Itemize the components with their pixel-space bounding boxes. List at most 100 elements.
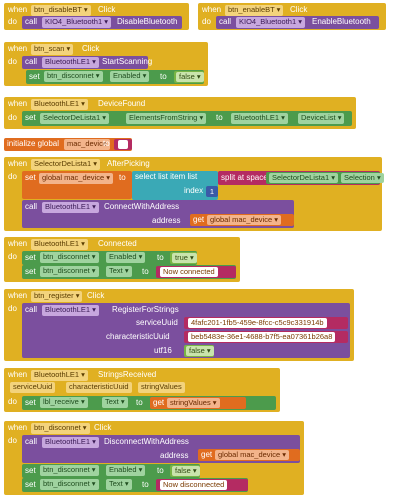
set-block[interactable]: set btn_disconnet Text to Now disconnect… [22,478,248,492]
split-block[interactable]: split at spaces SelectorDeLista1 Selecti… [218,171,384,185]
event-block-scan-click[interactable]: when btn_scan Click do call BluetoothLE1… [4,42,208,86]
variable-dropdown[interactable]: global mac_device [207,215,281,225]
event-block-connected[interactable]: when BluetoothLE1 Connected do set btn_d… [4,237,240,282]
property-dropdown[interactable]: DeviceList [298,113,345,124]
event-parameter[interactable]: serviceUuid [10,382,56,393]
set-block[interactable]: set btn_disconnet Text to Now connected [22,265,236,279]
component-dropdown[interactable]: BluetoothLE1 [31,99,88,110]
property-dropdown[interactable]: Enabled [110,71,150,82]
component-dropdown[interactable]: BluetoothLE1 [231,113,288,124]
text-value[interactable]: 4fafc201-1fb5-459e-8fcc-c5c9c331914b [188,318,327,328]
set-block[interactable]: set btn_disconnet Enabled to false [26,70,204,84]
event-block-enable-click[interactable]: when btn_enableBT Click do call KIO4_Blu… [198,3,386,30]
set-variable-block[interactable]: set global mac_device to [22,171,132,199]
text-block[interactable]: Now disconnected [156,479,248,491]
component-dropdown[interactable]: btn_disconnet [44,71,103,82]
component-dropdown[interactable]: SelectorDeLista1 [269,173,338,183]
set-block[interactable]: set lbl_receive Text to get stringValues [22,396,276,410]
text-value[interactable]: Now disconnected [160,480,228,490]
select-list-item-block[interactable]: select list item list index 1 [132,171,218,200]
component-dropdown[interactable]: SelectorDeLista1 [31,159,100,170]
text-value[interactable]: beb5483e-36e1-4688-b7f5-ea07361b26a8 [188,332,336,342]
property-dropdown[interactable]: Selection [341,173,384,183]
set-block[interactable]: set btn_disconnet Enabled to false [22,464,200,478]
event-block-register-click[interactable]: when btn_register Click do call Bluetoot… [4,289,354,361]
component-dropdown[interactable]: btn_disconnet [40,479,99,490]
variable-dropdown[interactable]: stringValues [167,398,220,408]
boolean-block[interactable]: false [170,465,200,477]
argument-label: characteristicUuid [106,332,170,341]
component-dropdown[interactable]: BluetoothLE1 [31,370,88,381]
component-dropdown[interactable]: btn_disableBT [31,5,91,16]
call-block[interactable]: call KIO4_Bluetooth1 EnableBluetooth [216,16,379,29]
event-block-disable-click[interactable]: when btn_disableBT Click do call KIO4_Bl… [4,3,189,30]
event-block-device-found[interactable]: when BluetoothLE1 DeviceFound do set Sel… [4,97,356,129]
set-block[interactable]: set btn_disconnet Enabled to true [22,251,197,265]
component-dropdown[interactable]: BluetoothLE1 [42,57,99,68]
boolean-dropdown[interactable]: false [172,466,200,476]
boolean-block[interactable]: false [184,345,214,357]
call-keyword: call [25,57,38,66]
when-keyword: when [8,423,28,432]
component-dropdown[interactable]: BluetoothLE1 [42,202,99,213]
call-block[interactable]: call BluetoothLE1 StartScanning [22,56,152,69]
when-keyword: when [8,239,28,248]
get-variable-block[interactable]: get stringValues [150,397,246,409]
initialize-global-block[interactable]: initialize global mac_device to [4,138,132,151]
component-dropdown[interactable]: SelectorDeLista1 [40,113,109,124]
call-block[interactable]: call BluetoothLE1 ConnectWithAddress add… [22,200,294,228]
text-block[interactable]: beb5483e-36e1-4688-b7f5-ea07361b26a8 [184,331,348,343]
call-keyword: call [25,202,38,211]
argument-label: address [152,216,181,225]
text-block[interactable]: 4fafc201-1fb5-459e-8fcc-c5c9c331914b [184,317,348,329]
event-parameter[interactable]: characteristicUuid [66,382,132,393]
component-dropdown[interactable]: btn_disconnet [40,465,99,476]
property-dropdown[interactable]: ElementsFromString [126,113,207,124]
boolean-dropdown[interactable]: true [172,253,197,263]
component-dropdown[interactable]: btn_disconnet [40,266,99,277]
component-dropdown[interactable]: KIO4_Bluetooth1 [42,17,111,28]
getter-block[interactable]: SelectorDeLista1 Selection [266,172,384,184]
component-dropdown[interactable]: btn_register [31,291,83,302]
event-block-after-picking[interactable]: when SelectorDeLista1 AfterPicking do se… [4,157,384,231]
component-dropdown[interactable]: BluetoothLE1 [42,305,99,316]
boolean-block[interactable]: false [174,71,204,83]
event-block-strings-received[interactable]: when BluetoothLE1 StringsReceived servic… [4,368,280,412]
property-dropdown[interactable]: Enabled [106,465,146,476]
when-keyword: when [8,291,28,300]
component-dropdown[interactable]: btn_enableBT [225,5,284,16]
text-value[interactable]: Now connected [160,267,218,277]
property-dropdown[interactable]: Text [106,479,132,490]
component-dropdown[interactable]: BluetoothLE1 [31,239,88,250]
component-dropdown[interactable]: BluetoothLE1 [42,437,99,448]
boolean-block[interactable]: true [170,252,197,264]
variable-dropdown[interactable]: global mac_device [215,450,289,460]
text-block[interactable]: Now connected [156,266,236,278]
property-dropdown[interactable]: Enabled [106,252,146,263]
set-block[interactable]: set SelectorDeLista1 ElementsFromString … [22,111,352,126]
component-dropdown[interactable]: btn_scan [31,44,74,55]
argument-label: address [160,451,189,460]
call-block[interactable]: call KIO4_Bluetooth1 DisableBluetooth [22,16,182,29]
get-variable-block[interactable]: get global mac_device [198,449,300,461]
getter-block[interactable]: BluetoothLE1 DeviceList [228,112,352,125]
get-variable-block[interactable]: get global mac_device [190,214,294,226]
event-parameter[interactable]: stringValues [138,382,185,393]
event-name: StringsReceived [98,370,157,379]
component-dropdown[interactable]: KIO4_Bluetooth1 [236,17,305,28]
text-block[interactable] [114,139,132,150]
to-keyword: to [157,253,164,262]
variable-dropdown[interactable]: global mac_device [39,173,113,184]
component-dropdown[interactable]: lbl_receive [40,397,88,408]
boolean-dropdown[interactable]: false [176,72,204,82]
text-value[interactable] [118,140,128,149]
property-dropdown[interactable]: Text [102,397,128,408]
index-number[interactable]: 1 [206,186,218,197]
property-dropdown[interactable]: Text [106,266,132,277]
boolean-dropdown[interactable]: false [186,346,214,356]
component-dropdown[interactable]: btn_disconnet [40,252,99,263]
call-block[interactable]: call BluetoothLE1 DisconnectWithAddress … [22,435,300,463]
component-dropdown[interactable]: btn_disconnet [31,423,90,434]
event-block-disconnect-click[interactable]: when btn_disconnet Click do call Bluetoo… [4,421,304,495]
call-block[interactable]: call BluetoothLE1 RegisterForStrings ser… [22,303,350,358]
